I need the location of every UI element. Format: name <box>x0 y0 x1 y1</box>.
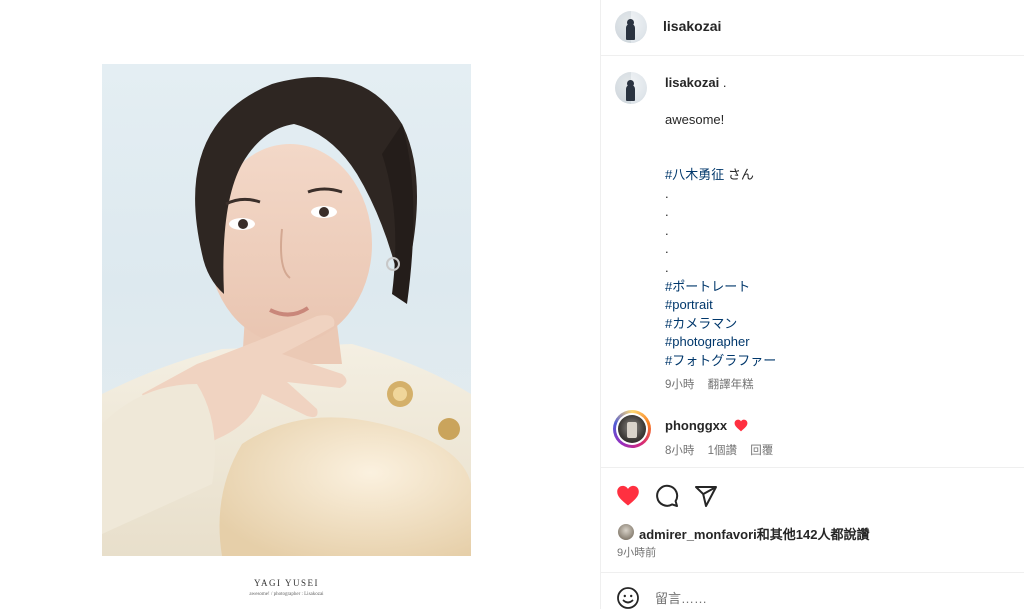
caption-dot-line: . <box>665 185 669 201</box>
author-username[interactable]: lisakozai <box>663 18 721 34</box>
caption-username[interactable]: lisakozai . <box>665 75 726 90</box>
post-photo[interactable] <box>102 64 471 556</box>
caption-hashtag-list: #八木勇征 さん . . . . . #ポートレート #portrait #カメ… <box>665 166 1005 371</box>
caption-dot-line: . <box>665 222 669 238</box>
translate-button[interactable]: 翻譯年糕 <box>708 379 754 391</box>
hashtag-link[interactable]: #八木勇征 <box>665 167 724 182</box>
photo-caption-sub: awesome! / photographer : Lisakozai <box>249 592 324 597</box>
emoji-icon[interactable] <box>616 586 640 609</box>
hashtag-link[interactable]: #フォトグラファー <box>665 353 776 368</box>
add-comment-bar <box>601 572 1024 609</box>
portrait-illustration <box>102 77 471 556</box>
media-pane: YAGI YUSEI awesome! / photographer : Lis… <box>0 0 600 609</box>
post-info-pane: lisakozai lisakozai . awesome! #八木勇征 さん … <box>600 0 1024 609</box>
caption-dot-line: . <box>665 204 669 220</box>
caption-time[interactable]: 9小時 <box>665 379 694 391</box>
photo-caption-title: YAGI YUSEI <box>254 578 319 588</box>
caption-text: awesome! <box>665 112 725 127</box>
comment-meta: 8小時 1個讚 回覆 <box>665 442 783 458</box>
comment-time[interactable]: 8小時 <box>665 445 694 457</box>
commenter-username[interactable]: phonggxx <box>665 418 727 433</box>
caption-meta: 9小時 翻譯年糕 <box>665 376 764 392</box>
author-avatar[interactable] <box>615 11 647 43</box>
caption-dot-line: . <box>665 241 669 257</box>
hashtag-link[interactable]: #portrait <box>665 297 713 312</box>
caption-avatar[interactable] <box>615 72 647 104</box>
heart-filled-icon[interactable] <box>616 484 640 508</box>
heart-emoji-icon <box>734 419 748 432</box>
comment-input[interactable] <box>655 586 995 609</box>
liker-avatar[interactable] <box>617 523 635 541</box>
post-time[interactable]: 9小時前 <box>617 544 656 560</box>
action-bar <box>601 467 1024 519</box>
share-icon[interactable] <box>694 484 718 508</box>
comment-icon[interactable] <box>655 484 679 508</box>
comment-likes[interactable]: 1個讚 <box>708 445 737 457</box>
post-header: lisakozai <box>601 0 1024 56</box>
hashtag-link[interactable]: #photographer <box>665 334 750 349</box>
caption-dot-line: . <box>665 259 669 275</box>
likes-text[interactable]: admirer_monfavori和其他142人都說讚 <box>639 524 869 543</box>
hashtag-link[interactable]: #カメラマン <box>665 316 737 331</box>
reply-button[interactable]: 回覆 <box>750 445 773 457</box>
commenter-avatar[interactable] <box>613 410 651 448</box>
hashtag-link[interactable]: #ポートレート <box>665 279 750 294</box>
